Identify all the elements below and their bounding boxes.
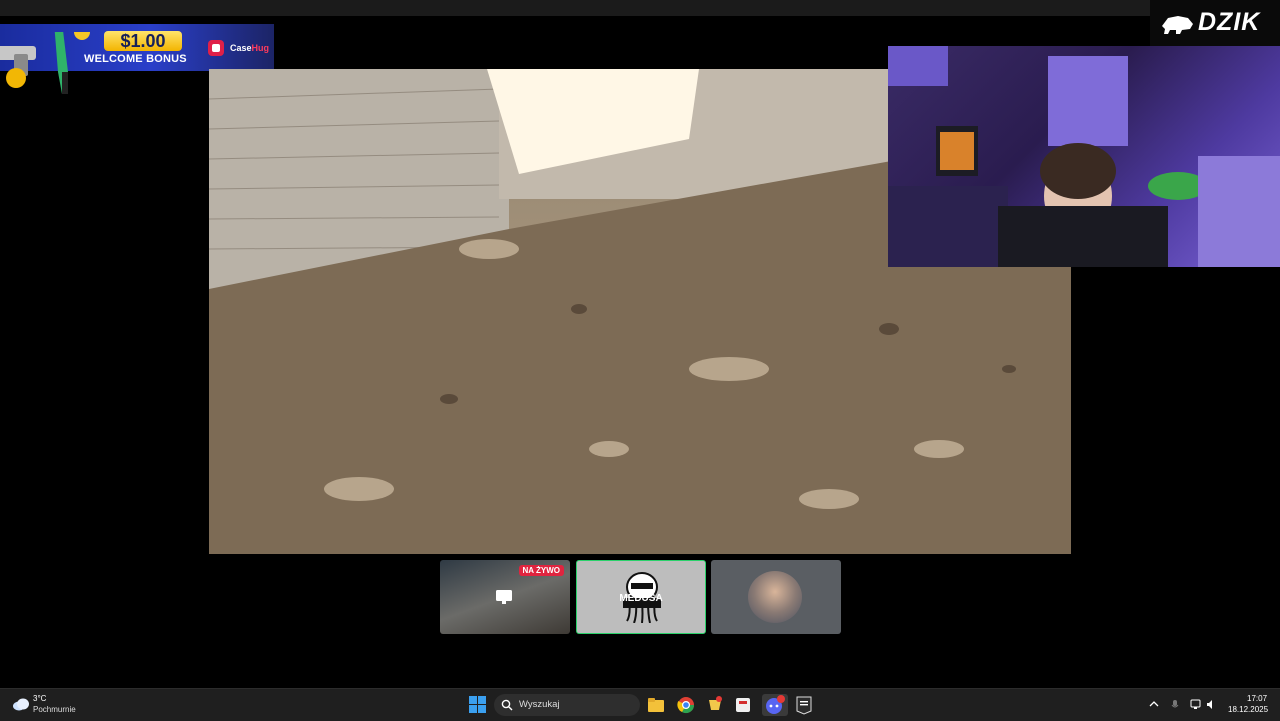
volume-icon[interactable]	[1206, 699, 1216, 710]
promo-label: WELCOME BONUS	[84, 53, 187, 65]
screen-share-icon	[496, 590, 512, 604]
epic-games-icon[interactable]	[794, 695, 814, 715]
boar-icon	[1162, 16, 1193, 34]
clock-time[interactable]: 17:07	[1247, 694, 1267, 703]
cloud-icon	[13, 698, 29, 711]
app-icon[interactable]	[733, 695, 753, 715]
participant-tile-screen[interactable]: NA ŻYWO	[440, 560, 570, 634]
streamer-name: DZIK	[1198, 8, 1261, 36]
weather-temp[interactable]: 3°C	[33, 694, 46, 703]
participant-tile-medusa[interactable]: MEDUSA	[576, 560, 706, 634]
file-explorer-icon[interactable]	[646, 695, 666, 715]
webcam-scene	[888, 46, 1280, 267]
app-icon[interactable]	[705, 695, 725, 715]
chrome-icon[interactable]	[676, 695, 696, 715]
participant-tile-user[interactable]	[711, 560, 841, 634]
webcam-feed	[888, 46, 1280, 267]
promo-brand-prefix: Case	[230, 43, 252, 53]
microphone-icon[interactable]	[1170, 699, 1180, 710]
promo-brand-suffix: Hug	[251, 43, 270, 53]
weather-desc[interactable]: Pochmurnie	[33, 705, 76, 714]
clock-date[interactable]: 18.12.2025	[1228, 705, 1268, 714]
participant-avatar	[748, 571, 802, 623]
live-badge: NA ŻYWO	[518, 565, 564, 576]
search-icon	[501, 699, 513, 711]
chevron-up-icon[interactable]	[1149, 699, 1159, 710]
search-input[interactable]: Wyszukaj	[494, 694, 640, 716]
network-icon[interactable]	[1190, 699, 1202, 710]
discord-icon	[766, 695, 785, 714]
taskbar: 3°C Pochmurnie Wyszukaj 17:07 18.12.2025	[0, 688, 1280, 721]
top-bar	[0, 0, 1280, 16]
casehug-logo-icon	[208, 40, 224, 56]
streamer-logo: DZIK	[1150, 0, 1280, 46]
medusa-label: MEDUSA	[619, 593, 663, 604]
promo-amount: $1.00	[104, 31, 182, 51]
discord-button[interactable]	[762, 694, 788, 716]
promo-banner: $1.00 WELCOME BONUS CaseHug	[0, 24, 274, 94]
search-placeholder: Wyszukaj	[519, 699, 560, 710]
start-icon[interactable]	[469, 696, 486, 713]
knife-gun-icon	[0, 32, 90, 94]
promo-brand: CaseHug	[230, 43, 269, 53]
